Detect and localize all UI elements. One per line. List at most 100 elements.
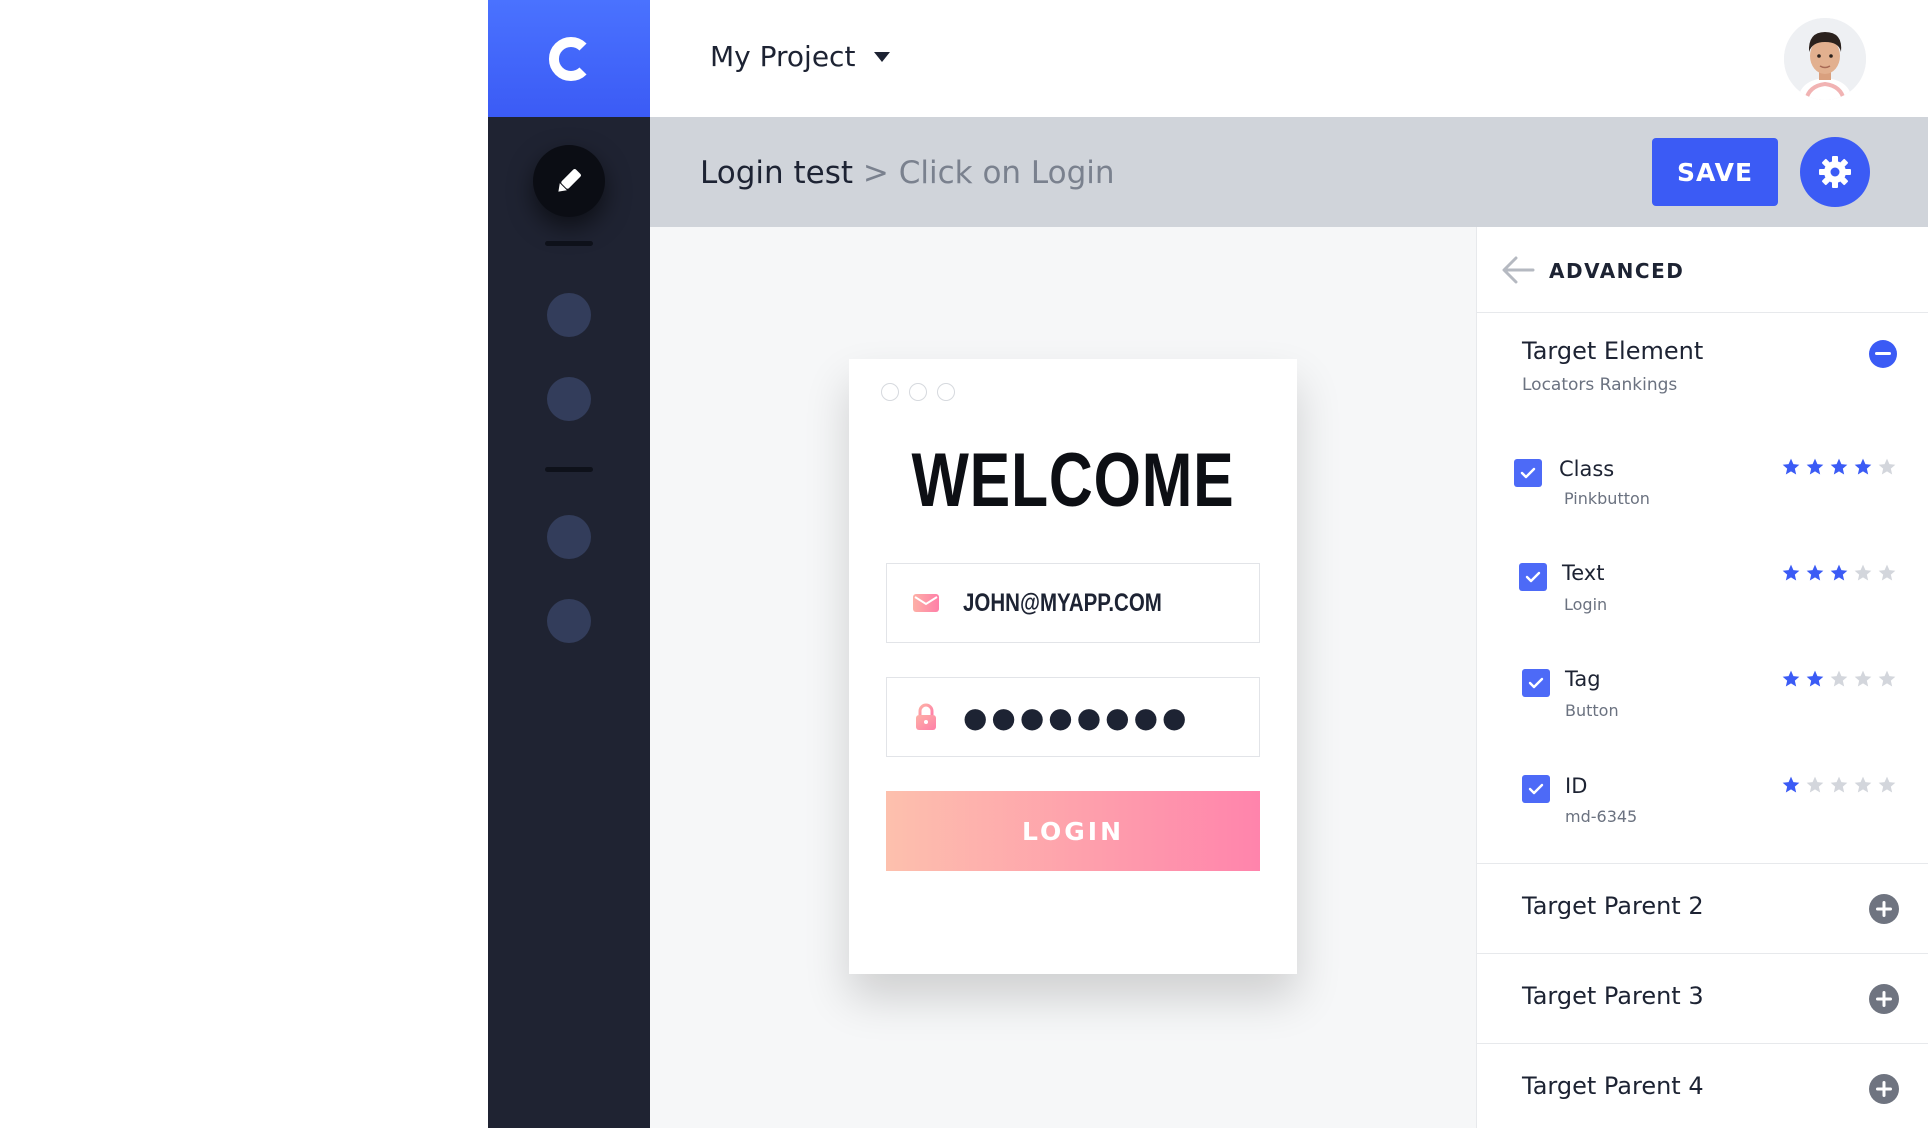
- project-name: My Project: [710, 40, 856, 73]
- check-icon: [1528, 677, 1544, 689]
- avatar[interactable]: [1784, 18, 1866, 100]
- preview-canvas: WELCOME JOHN@MYAPP.COM ●●●●●●●● LOGIN: [650, 227, 1476, 1128]
- window-dot: [909, 383, 927, 401]
- target-parent-row[interactable]: Target Parent 3: [1477, 953, 1928, 1043]
- star-icon: [1830, 458, 1848, 475]
- plus-circle-icon: [1876, 901, 1892, 917]
- settings-button[interactable]: [1800, 137, 1870, 207]
- target-parent-label: Target Parent 3: [1522, 982, 1704, 1010]
- locator-name: Text: [1562, 561, 1605, 585]
- sidebar-divider: [545, 241, 593, 246]
- locator-name: Tag: [1565, 667, 1601, 691]
- locator-value: Button: [1565, 701, 1619, 720]
- locator-row-text: Text Login: [1477, 557, 1928, 637]
- locator-row-tag: Tag Button: [1477, 663, 1928, 743]
- arrow-left-icon[interactable]: [1501, 255, 1535, 285]
- target-parent-row[interactable]: Target Parent 4: [1477, 1043, 1928, 1133]
- email-value: JOHN@MYAPP.COM: [963, 588, 1162, 617]
- locator-checkbox[interactable]: [1514, 459, 1542, 487]
- star-icon: [1854, 458, 1872, 475]
- star-icon: [1854, 670, 1872, 687]
- target-parent-label: Target Parent 2: [1522, 892, 1704, 920]
- check-icon: [1525, 571, 1541, 583]
- sidebar-divider: [545, 467, 593, 472]
- star-icon: [1878, 670, 1896, 687]
- sidebar-item-3[interactable]: [547, 515, 591, 559]
- title-bar: Login test > Click on Login SAVE: [650, 117, 1928, 227]
- locator-row-class: Class Pinkbutton: [1477, 451, 1928, 531]
- gear-icon: [1819, 156, 1851, 188]
- star-icon: [1878, 564, 1896, 581]
- locator-rating: [1781, 669, 1897, 689]
- email-field[interactable]: JOHN@MYAPP.COM: [886, 563, 1260, 643]
- expand-button[interactable]: [1869, 984, 1899, 1014]
- password-value: ●●●●●●●●: [963, 700, 1191, 734]
- sidebar-item-2[interactable]: [547, 377, 591, 421]
- check-icon: [1528, 783, 1544, 795]
- star-icon: [1854, 776, 1872, 793]
- star-icon: [1878, 458, 1896, 475]
- target-element-title: Target Element: [1522, 337, 1704, 365]
- star-icon: [1830, 776, 1848, 793]
- c-logo-icon: [548, 36, 587, 81]
- locator-value: Login: [1564, 595, 1608, 614]
- login-button[interactable]: LOGIN: [886, 791, 1260, 871]
- locator-rating: [1781, 563, 1897, 583]
- locator-row-id: ID md-6345: [1477, 769, 1928, 849]
- lock-icon: [911, 703, 941, 731]
- locator-name: Class: [1559, 457, 1615, 481]
- project-switcher[interactable]: My Project: [710, 40, 891, 73]
- expand-button[interactable]: [1869, 894, 1899, 924]
- check-icon: [1520, 467, 1536, 479]
- breadcrumb-separator: >: [862, 155, 889, 191]
- panel-title: ADVANCED: [1549, 259, 1685, 283]
- plus-circle-icon: [1876, 1081, 1892, 1097]
- star-icon: [1782, 670, 1800, 687]
- welcome-title: WELCOME: [911, 438, 1235, 523]
- star-icon: [1806, 670, 1824, 687]
- sidebar: [488, 117, 650, 1128]
- locator-checkbox[interactable]: [1519, 563, 1547, 591]
- pencil-icon: [558, 169, 581, 192]
- locator-rating: [1781, 775, 1897, 795]
- locator-name: ID: [1565, 774, 1588, 798]
- breadcrumb-current: Click on Login: [898, 155, 1115, 191]
- collapse-button[interactable]: [1869, 340, 1897, 368]
- edit-button[interactable]: [533, 145, 605, 217]
- plus-circle-icon: [1876, 991, 1892, 1007]
- sidebar-item-4[interactable]: [547, 599, 591, 643]
- advanced-panel: ADVANCED Target Element Locators Ranking…: [1476, 227, 1928, 1128]
- sidebar-item-1[interactable]: [547, 293, 591, 337]
- save-button[interactable]: SAVE: [1652, 138, 1778, 206]
- star-icon: [1830, 564, 1848, 581]
- star-icon: [1878, 776, 1896, 793]
- star-icon: [1854, 564, 1872, 581]
- locator-value: Pinkbutton: [1564, 489, 1650, 508]
- target-parent-row[interactable]: Target Parent 2: [1477, 863, 1928, 953]
- target-parent-label: Target Parent 4: [1522, 1072, 1704, 1100]
- star-icon: [1782, 458, 1800, 475]
- window-dot: [937, 383, 955, 401]
- breadcrumb-root[interactable]: Login test: [700, 155, 853, 191]
- window-dot: [881, 383, 899, 401]
- star-icon: [1782, 776, 1800, 793]
- target-element-subtitle: Locators Rankings: [1522, 375, 1678, 395]
- caret-down-icon: [874, 51, 891, 62]
- app-logo[interactable]: [488, 0, 650, 117]
- password-field[interactable]: ●●●●●●●●: [886, 677, 1260, 757]
- breadcrumb: Login test > Click on Login: [700, 155, 1115, 191]
- locator-checkbox[interactable]: [1522, 669, 1550, 697]
- panel-header: ADVANCED: [1477, 227, 1928, 313]
- star-icon: [1806, 776, 1824, 793]
- star-icon: [1806, 564, 1824, 581]
- login-preview-card: WELCOME JOHN@MYAPP.COM ●●●●●●●● LOGIN: [849, 359, 1297, 974]
- star-icon: [1830, 670, 1848, 687]
- locator-value: md-6345: [1565, 807, 1638, 826]
- locator-checkbox[interactable]: [1522, 775, 1550, 803]
- star-icon: [1782, 564, 1800, 581]
- star-icon: [1806, 458, 1824, 475]
- expand-button[interactable]: [1869, 1074, 1899, 1104]
- envelope-icon: [911, 592, 941, 614]
- user-avatar-icon: [1784, 18, 1866, 100]
- locator-rating: [1781, 457, 1897, 477]
